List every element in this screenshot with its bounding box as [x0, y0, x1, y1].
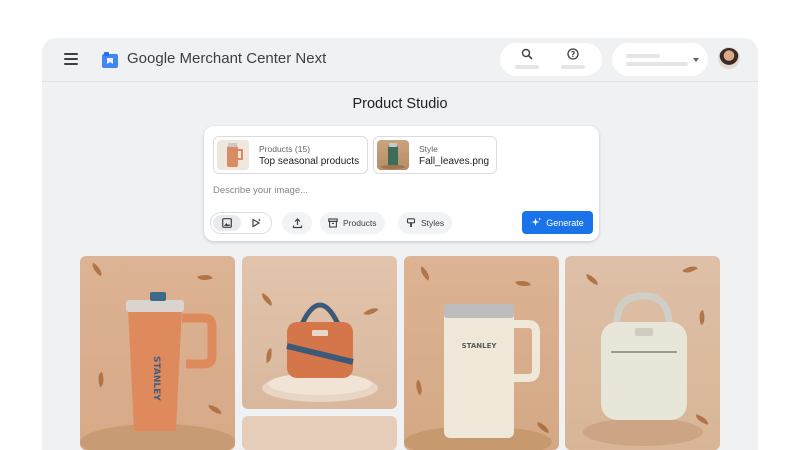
describe-input[interactable]: Describe your image...: [213, 185, 308, 196]
help-icon[interactable]: ?: [567, 48, 579, 60]
mug-image: STANLEY: [404, 304, 552, 450]
help-label-placeholder: [561, 65, 585, 69]
style-chip-value: Fall_leaves.png: [419, 156, 490, 167]
mug-brand-text: STANLEY: [462, 342, 498, 350]
cooler-bag-image: [262, 302, 378, 402]
app-title-product: Merchant Center Next: [179, 50, 327, 67]
styles-button-label: Styles: [421, 218, 445, 228]
image-icon: [222, 218, 232, 228]
paint-brush-icon: [406, 218, 416, 227]
header-actions: ?: [500, 43, 602, 76]
generate-button-label: Generate: [546, 217, 584, 228]
products-button[interactable]: Products: [320, 212, 385, 234]
sparkle-icon: [531, 217, 542, 226]
gallery-tile-more[interactable]: [242, 416, 397, 450]
gallery-tile-lunch-bag[interactable]: [565, 256, 720, 450]
caret-down-icon: [693, 58, 699, 62]
products-button-label: Products: [343, 218, 377, 228]
products-chip[interactable]: Products (15) Top seasonal products: [213, 136, 368, 174]
image-mode-button[interactable]: [213, 215, 241, 231]
account-id-placeholder: [626, 62, 688, 66]
generate-button[interactable]: Generate: [522, 211, 593, 234]
style-thumbnail: [377, 140, 409, 170]
app-title: Google Merchant Center Next: [127, 50, 326, 67]
upload-icon: [292, 217, 302, 228]
avatar[interactable]: [718, 47, 740, 69]
top-bar: Google Merchant Center Next ?: [42, 38, 758, 82]
products-thumbnail: [217, 140, 249, 170]
play-sparkle-icon: [252, 218, 261, 228]
styles-button[interactable]: Styles: [398, 212, 453, 234]
svg-text:?: ?: [571, 50, 575, 59]
tumbler-brand-text: STANLEY: [151, 356, 161, 401]
app-window: Google Merchant Center Next ? Product St…: [42, 38, 758, 450]
merchant-logo-icon: [102, 52, 118, 68]
search-label-placeholder: [515, 65, 539, 69]
account-switcher[interactable]: [612, 43, 708, 76]
menu-icon[interactable]: [64, 53, 78, 65]
page-title: Product Studio: [352, 96, 448, 112]
products-chip-value: Top seasonal products: [259, 156, 360, 167]
animate-mode-button[interactable]: [242, 215, 270, 231]
tumbler-image: STANLEY: [80, 292, 235, 450]
prompt-card: Products (15) Top seasonal products Styl…: [204, 126, 599, 241]
lunch-bag-image: [583, 292, 703, 446]
archive-icon: [328, 218, 338, 228]
gallery-tile-tumbler[interactable]: STANLEY: [80, 256, 235, 450]
gallery-tile-cooler-bag[interactable]: [242, 256, 397, 409]
app-title-brand: Google: [127, 50, 176, 67]
mode-toggle: [210, 212, 272, 234]
products-chip-label: Products (15): [259, 144, 311, 154]
gallery-tile-mug[interactable]: STANLEY: [404, 256, 559, 450]
style-chip-label: Style: [419, 144, 438, 154]
upload-button[interactable]: [282, 212, 312, 234]
account-name-placeholder: [626, 54, 660, 58]
style-chip[interactable]: Style Fall_leaves.png: [373, 136, 497, 174]
search-icon[interactable]: [521, 48, 533, 60]
